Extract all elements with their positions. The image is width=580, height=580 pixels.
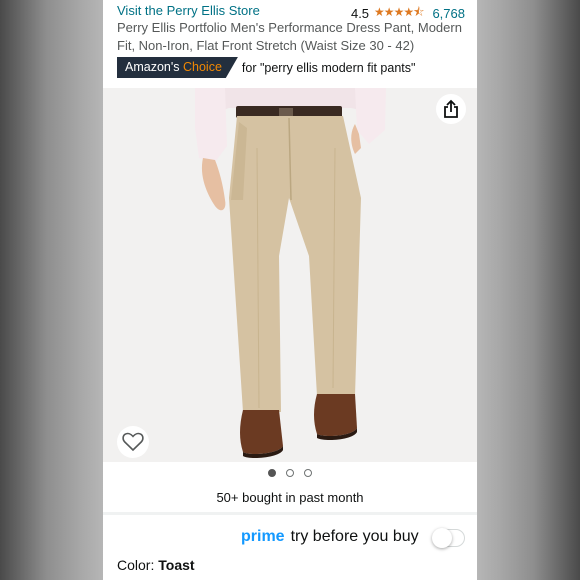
toggle-knob: [432, 528, 452, 548]
badge-choice: Choice: [182, 60, 222, 74]
carousel-dot[interactable]: [268, 469, 276, 477]
color-selection: Color: Toast: [117, 557, 195, 573]
color-label: Color:: [117, 557, 155, 573]
carousel-dot[interactable]: [304, 469, 312, 477]
amazons-choice-badge: Amazon's Choice: [117, 57, 238, 78]
pants-photo: [195, 88, 386, 458]
share-icon: [444, 99, 458, 118]
prime-try-before-buy: prime try before you buy: [241, 528, 419, 546]
product-title: Perry Ellis Portfolio Men's Performance …: [117, 20, 462, 53]
share-button[interactable]: [436, 94, 466, 124]
prime-try-label: try before you buy: [290, 528, 419, 545]
color-value: Toast: [158, 557, 195, 573]
wishlist-button[interactable]: [117, 426, 149, 458]
badge-brand: Amazon's: [125, 60, 180, 74]
amazons-choice-row: Amazon's Choice for "perry ellis modern …: [117, 57, 415, 78]
heart-icon: [122, 432, 144, 452]
prime-logo: prime: [241, 528, 285, 545]
store-link[interactable]: Visit the Perry Ellis Store: [117, 3, 260, 18]
prime-toggle[interactable]: [432, 528, 465, 548]
product-image[interactable]: [103, 88, 477, 462]
carousel-dots[interactable]: [103, 469, 477, 477]
carousel-dot[interactable]: [286, 469, 294, 477]
header-row: Visit the Perry Ellis Store 4.5 ★★★★⯪ 6,…: [117, 3, 465, 21]
divider: [103, 512, 477, 515]
badge-keyword: for "perry ellis modern fit pants": [241, 60, 416, 75]
bought-count: 50+ bought in past month: [216, 490, 364, 505]
product-page: Visit the Perry Ellis Store 4.5 ★★★★⯪ 6,…: [103, 0, 477, 580]
